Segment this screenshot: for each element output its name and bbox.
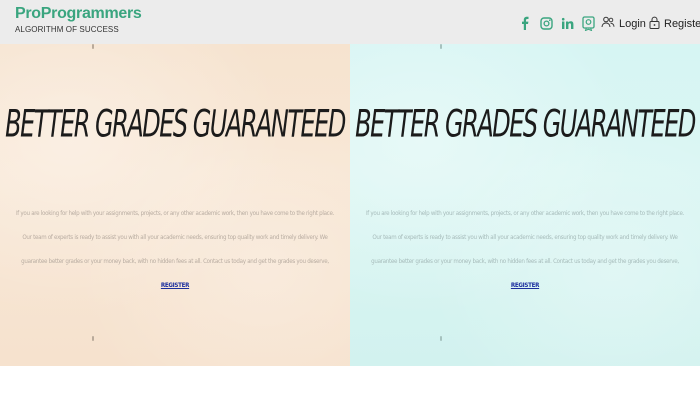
hero-panel-left: BETTER GRADES GUARANTEED If you are look… — [0, 44, 350, 366]
register-link[interactable]: REGISTER — [161, 282, 190, 289]
decorative-mark — [92, 336, 94, 341]
decorative-mark — [440, 44, 442, 49]
hero-description-line: at all. Contact us today and get the gra… — [188, 258, 329, 265]
login-button[interactable]: Login — [601, 16, 646, 31]
decorative-mark — [92, 44, 94, 49]
hero-description-line: at all. Contact us today and get the gra… — [538, 258, 679, 265]
hero-headline: BETTER GRADES GUARANTEED — [355, 102, 696, 146]
instagram-icon[interactable] — [539, 15, 553, 31]
hero-description: If you are looking for help with your as… — [364, 202, 686, 298]
brand-logo[interactable]: ProProgrammers ALGORITHM OF SUCCESS — [15, 5, 142, 34]
facebook-icon[interactable] — [518, 15, 532, 31]
decorative-mark — [440, 336, 442, 341]
social-links — [518, 14, 595, 32]
brand-tagline: ALGORITHM OF SUCCESS — [15, 25, 119, 34]
register-label: Register — [664, 18, 700, 30]
register-button[interactable]: Register — [649, 16, 700, 32]
users-icon — [601, 16, 615, 31]
brand-name: ProProgrammers — [15, 5, 142, 22]
hero-panel-right: BETTER GRADES GUARANTEED If you are look… — [350, 44, 700, 366]
hero-description: If you are looking for help with your as… — [14, 202, 336, 298]
top-navigation-bar: ProProgrammers ALGORITHM OF SUCCESS Logi… — [0, 0, 700, 44]
linkedin-icon[interactable] — [560, 15, 574, 31]
login-label: Login — [619, 17, 646, 30]
lock-icon — [649, 16, 660, 32]
hero-headline: BETTER GRADES GUARANTEED — [5, 102, 346, 146]
certificate-icon[interactable] — [581, 15, 595, 31]
register-link[interactable]: REGISTER — [511, 282, 540, 289]
